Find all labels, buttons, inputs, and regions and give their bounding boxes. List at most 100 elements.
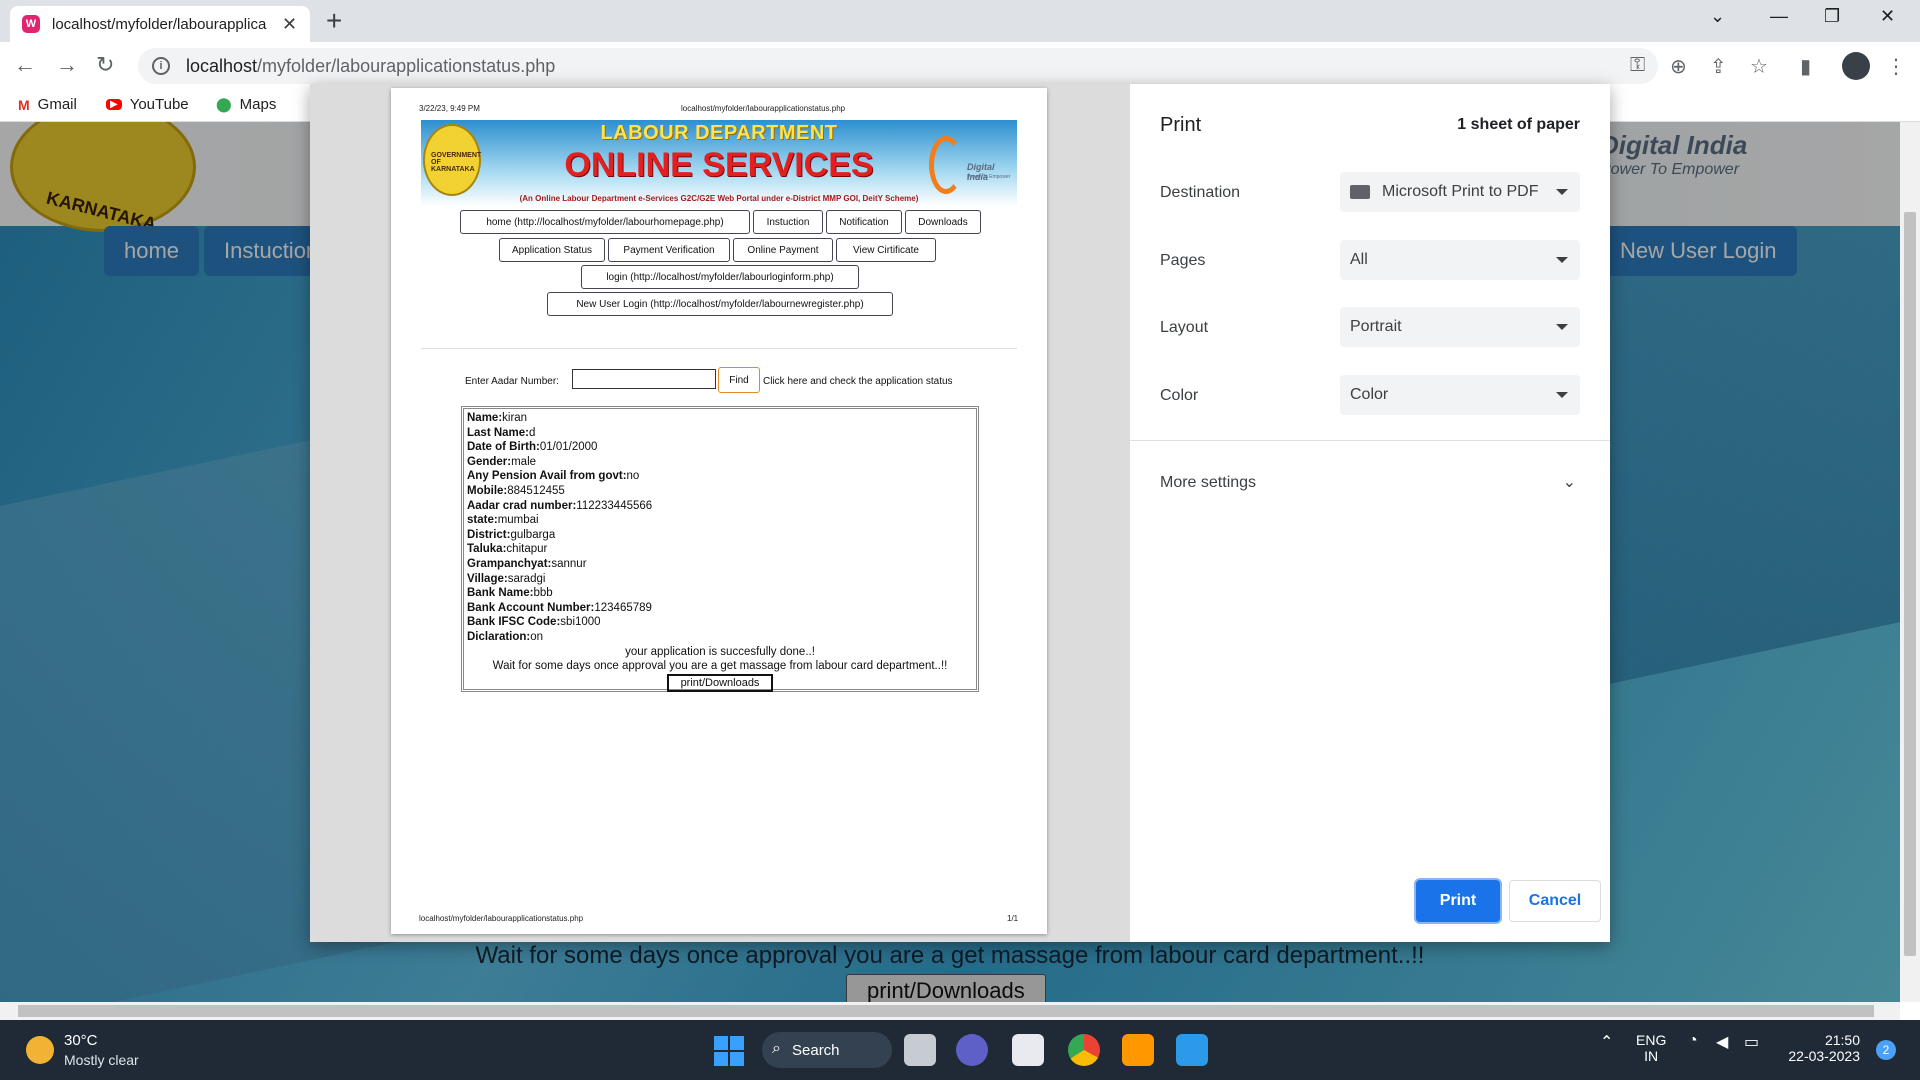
- digital-india-mark-icon: [929, 136, 963, 194]
- sheet-banner: GOVERNMENT OF KARNATAKA LABOUR DEPARTMEN…: [421, 120, 1017, 206]
- chevron-down-icon[interactable]: ⌄: [1563, 472, 1576, 492]
- bookmark-star-icon[interactable]: ☆: [1750, 54, 1768, 79]
- detail-row: Gender:male: [467, 455, 537, 468]
- sheet-digital-india-logo: Digital India Power To Empower: [929, 136, 1017, 196]
- sheet-nav-view-certificate[interactable]: View Cirtificate: [836, 238, 936, 262]
- start-windows-icon[interactable]: [714, 1036, 744, 1066]
- sheet-nav-online-payment[interactable]: Online Payment: [733, 238, 833, 262]
- reload-icon[interactable]: ↻: [96, 52, 114, 78]
- password-key-icon[interactable]: ⚿: [1630, 54, 1645, 77]
- side-panel-icon[interactable]: ▮: [1800, 54, 1811, 79]
- sheet-header-url: localhost/myfolder/labourapplicationstat…: [681, 104, 846, 113]
- success-message: your application is succesfully done..!: [625, 645, 815, 658]
- sheet-nav-home[interactable]: home (http://localhost/myfolder/labourho…: [460, 210, 750, 234]
- banner-subtitle: (An Online Labour Department e-Services …: [519, 194, 919, 203]
- back-icon[interactable]: ←: [14, 52, 36, 78]
- tray-chevron-up-icon[interactable]: ⌃: [1600, 1032, 1613, 1052]
- sheet-date: 3/22/23, 9:49 PM: [419, 104, 480, 113]
- detail-row: Name:kiran: [467, 412, 528, 424]
- windows-taskbar: 30°C Mostly clear ⌕ Search ⌃ ENG IN ◔ ◀ ▭…: [0, 1020, 1920, 1080]
- minimize-icon[interactable]: —: [1770, 6, 1788, 27]
- menu-kebab-icon[interactable]: ⋮: [1886, 54, 1906, 79]
- tab-close-icon[interactable]: ✕: [282, 14, 297, 35]
- browser-toolbar: ← → ↻ i localhost/myfolder/labourapplica…: [0, 42, 1920, 90]
- detail-row: Mobile:884512455: [467, 484, 565, 497]
- weather-temp[interactable]: 30°C: [64, 1032, 98, 1049]
- teams-chat-icon[interactable]: [956, 1034, 988, 1066]
- bookmark-maps[interactable]: ⬤ Maps: [216, 96, 276, 113]
- aadhar-label: Enter Aadar Number:: [465, 376, 559, 387]
- sheet-nav-new-user-login[interactable]: New User Login (http://localhost/myfolde…: [547, 292, 893, 316]
- site-info-icon[interactable]: i: [152, 57, 170, 75]
- vscode-icon[interactable]: [1176, 1034, 1208, 1066]
- detail-row: Grampanchyat:sannur: [467, 557, 587, 570]
- language-indicator[interactable]: ENG IN: [1636, 1032, 1666, 1064]
- battery-icon[interactable]: ▭: [1744, 1032, 1759, 1052]
- horizontal-scroll-thumb[interactable]: [18, 1005, 1874, 1017]
- weather-desc[interactable]: Mostly clear: [64, 1052, 139, 1068]
- layout-label: Layout: [1160, 319, 1209, 336]
- wifi-icon[interactable]: ◔: [1688, 1032, 1698, 1050]
- taskbar-search[interactable]: ⌕ Search: [762, 1032, 892, 1068]
- find-button[interactable]: Find: [718, 367, 760, 393]
- wait-message: Wait for some days once approval you are…: [492, 660, 948, 673]
- more-settings-toggle[interactable]: More settings: [1160, 474, 1256, 492]
- vertical-scroll-thumb[interactable]: [1904, 212, 1916, 956]
- close-window-icon[interactable]: ✕: [1880, 6, 1895, 27]
- bookmark-gmail[interactable]: M Gmail: [18, 96, 77, 113]
- destination-select[interactable]: Microsoft Print to PDF: [1340, 172, 1580, 212]
- banner-main: ONLINE SERVICES: [564, 146, 874, 184]
- sublime-text-icon[interactable]: [1122, 1034, 1154, 1066]
- sheet-nav-login[interactable]: login (http://localhost/myfolder/labourl…: [581, 265, 859, 289]
- tab-search-icon[interactable]: ⌄: [1710, 6, 1725, 27]
- print-dialog: 3/22/23, 9:49 PM localhost/myfolder/labo…: [310, 84, 1610, 942]
- weather-moon-icon[interactable]: [26, 1036, 54, 1064]
- address-bar[interactable]: i localhost/myfolder/labourapplicationst…: [138, 48, 1658, 84]
- sheet-footer-url: localhost/myfolder/labourapplicationstat…: [419, 914, 584, 923]
- detail-row: Bank Account Number:123465789: [467, 601, 652, 614]
- pages-label: Pages: [1160, 252, 1206, 269]
- zoom-icon[interactable]: ⊕: [1670, 54, 1687, 79]
- printer-icon: [1350, 185, 1370, 199]
- pages-select[interactable]: All: [1340, 240, 1580, 280]
- search-icon: ⌕: [772, 1040, 781, 1057]
- sheet-print-download-button[interactable]: print/Downloads: [667, 673, 773, 692]
- detail-row: Diclaration:on: [467, 630, 544, 643]
- notification-badge[interactable]: 2: [1876, 1040, 1896, 1060]
- destination-label: Destination: [1160, 184, 1241, 201]
- color-select[interactable]: Color: [1340, 375, 1580, 415]
- chrome-icon[interactable]: [1068, 1034, 1100, 1066]
- settings-divider: [1130, 440, 1610, 441]
- taskbar-clock[interactable]: 21:50 22-03-2023: [1780, 1032, 1860, 1064]
- site-favicon-icon: W: [22, 15, 40, 33]
- bookmark-youtube[interactable]: ▶ YouTube: [106, 96, 189, 113]
- cancel-button[interactable]: Cancel: [1509, 880, 1601, 922]
- sheet-nav-downloads[interactable]: Downloads: [905, 210, 981, 234]
- vertical-scrollbar[interactable]: [1900, 122, 1920, 1002]
- print-button[interactable]: Print: [1416, 880, 1500, 922]
- sheet-nav-application-status[interactable]: Application Status: [499, 238, 605, 262]
- new-tab-icon[interactable]: +: [326, 6, 342, 36]
- detail-row: Date of Birth:01/01/2000: [467, 441, 598, 454]
- print-title: Print: [1160, 114, 1202, 136]
- volume-icon[interactable]: ◀: [1716, 1032, 1728, 1052]
- horizontal-scrollbar[interactable]: [0, 1002, 1900, 1020]
- detail-row: Aadar crad number:112233445566: [467, 499, 653, 512]
- sheet-nav-payment-verification[interactable]: Payment Verification: [608, 238, 730, 262]
- forward-icon[interactable]: →: [56, 52, 78, 78]
- aadhar-input[interactable]: [572, 369, 716, 389]
- profile-avatar[interactable]: [1842, 52, 1870, 80]
- sheet-count: 1 sheet of paper: [1457, 116, 1580, 133]
- layout-select[interactable]: Portrait: [1340, 307, 1580, 347]
- task-view-icon[interactable]: [904, 1034, 936, 1066]
- sheet-nav-notification[interactable]: Notification: [826, 210, 902, 234]
- restore-icon[interactable]: ❐: [1824, 6, 1840, 27]
- youtube-icon: ▶: [106, 99, 122, 110]
- print-preview-area: 3/22/23, 9:49 PM localhost/myfolder/labo…: [310, 84, 1130, 942]
- browser-tab[interactable]: W localhost/myfolder/labourapplica ✕: [10, 6, 310, 42]
- url-text: localhost/myfolder/labourapplicationstat…: [186, 55, 556, 76]
- sheet-nav-instruction[interactable]: Instuction: [753, 210, 823, 234]
- file-explorer-icon[interactable]: [1012, 1034, 1044, 1066]
- share-icon[interactable]: ⇪: [1710, 54, 1727, 79]
- detail-row: Taluka:chitapur: [467, 543, 548, 556]
